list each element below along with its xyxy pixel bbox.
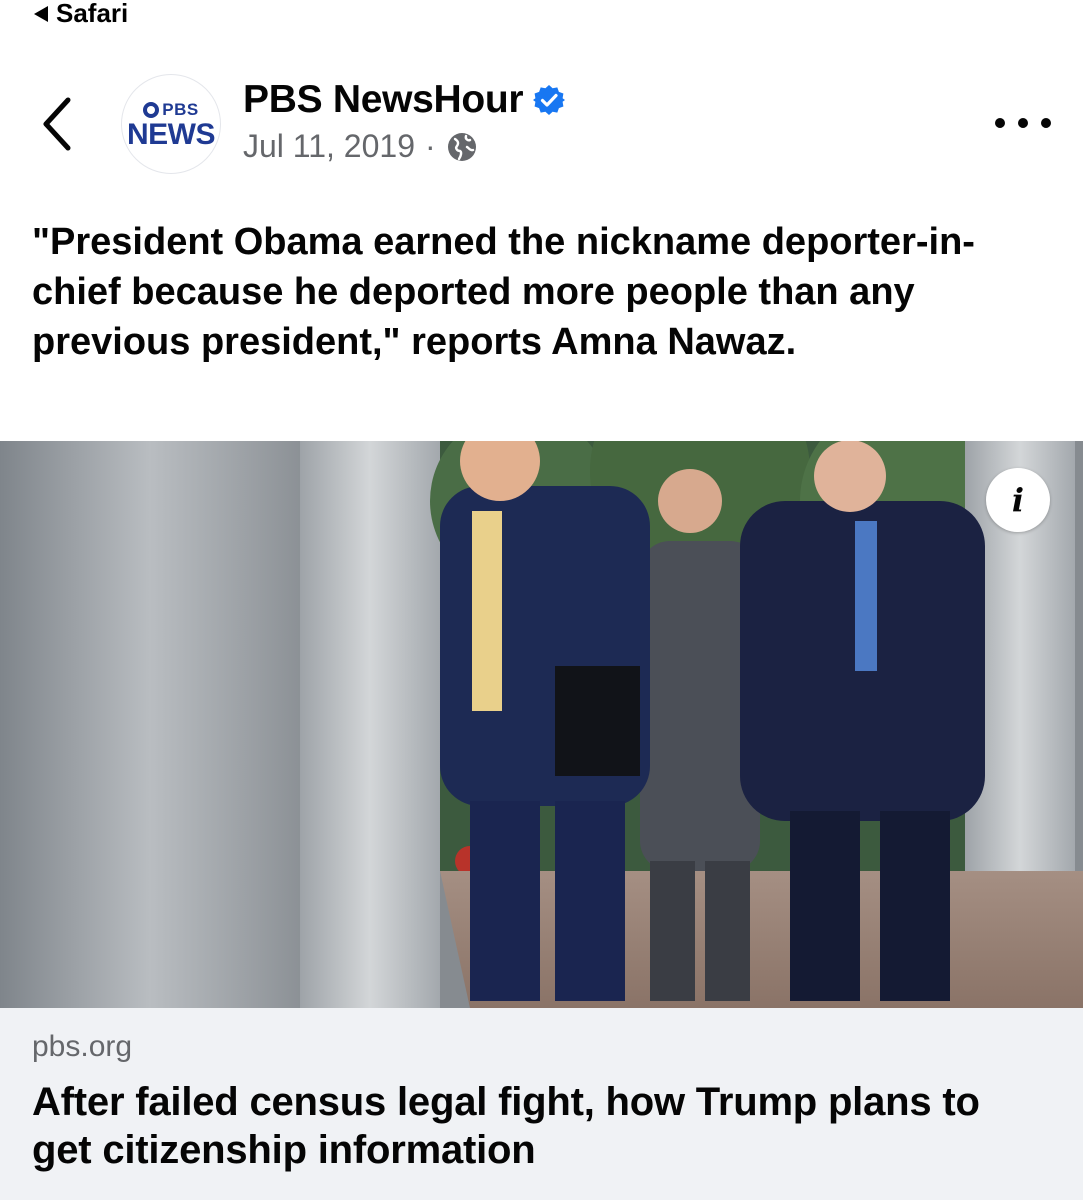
post-header: PBS NEWS PBS NewsHour Jul 11, 2019 · bbox=[0, 60, 1083, 190]
avatar-line1: PBS bbox=[162, 100, 199, 119]
page-name-text: PBS NewsHour bbox=[243, 78, 524, 121]
link-preview-footer[interactable]: pbs.org After failed census legal fight,… bbox=[0, 1008, 1083, 1200]
post-date[interactable]: Jul 11, 2019 bbox=[243, 128, 415, 165]
pbs-logo-icon bbox=[143, 102, 160, 118]
link-domain: pbs.org bbox=[32, 1030, 133, 1063]
more-options-button[interactable] bbox=[995, 110, 1051, 136]
status-bar: Safari bbox=[0, 0, 1083, 30]
link-title: After failed census legal fight, how Tru… bbox=[32, 1080, 980, 1172]
back-chevron-icon[interactable] bbox=[36, 94, 76, 154]
meta-separator: · bbox=[424, 128, 436, 164]
image-info-button[interactable]: i bbox=[986, 468, 1050, 532]
page-name[interactable]: PBS NewsHour bbox=[243, 78, 566, 122]
more-dot-icon bbox=[1018, 118, 1028, 128]
more-dot-icon bbox=[1041, 118, 1051, 128]
link-preview-image[interactable] bbox=[0, 441, 1083, 1008]
post-meta: Jul 11, 2019 · bbox=[243, 128, 478, 165]
page-avatar[interactable]: PBS NEWS bbox=[121, 74, 221, 174]
back-to-safari-label: Safari bbox=[56, 0, 129, 28]
avatar-pbs-row: PBS bbox=[143, 100, 198, 120]
globe-icon bbox=[447, 132, 476, 161]
verified-badge-icon bbox=[533, 85, 566, 115]
photo-illustration bbox=[0, 441, 1083, 1008]
post-caption: "President Obama earned the nickname dep… bbox=[32, 221, 975, 363]
back-triangle-icon bbox=[34, 5, 48, 22]
back-to-safari-button[interactable]: Safari bbox=[34, 0, 128, 29]
facebook-post-view: Safari PBS NEWS PBS NewsHour Jul 11, 201… bbox=[0, 0, 1083, 1200]
more-dot-icon bbox=[995, 118, 1005, 128]
avatar-line2: NEWS bbox=[127, 118, 216, 151]
